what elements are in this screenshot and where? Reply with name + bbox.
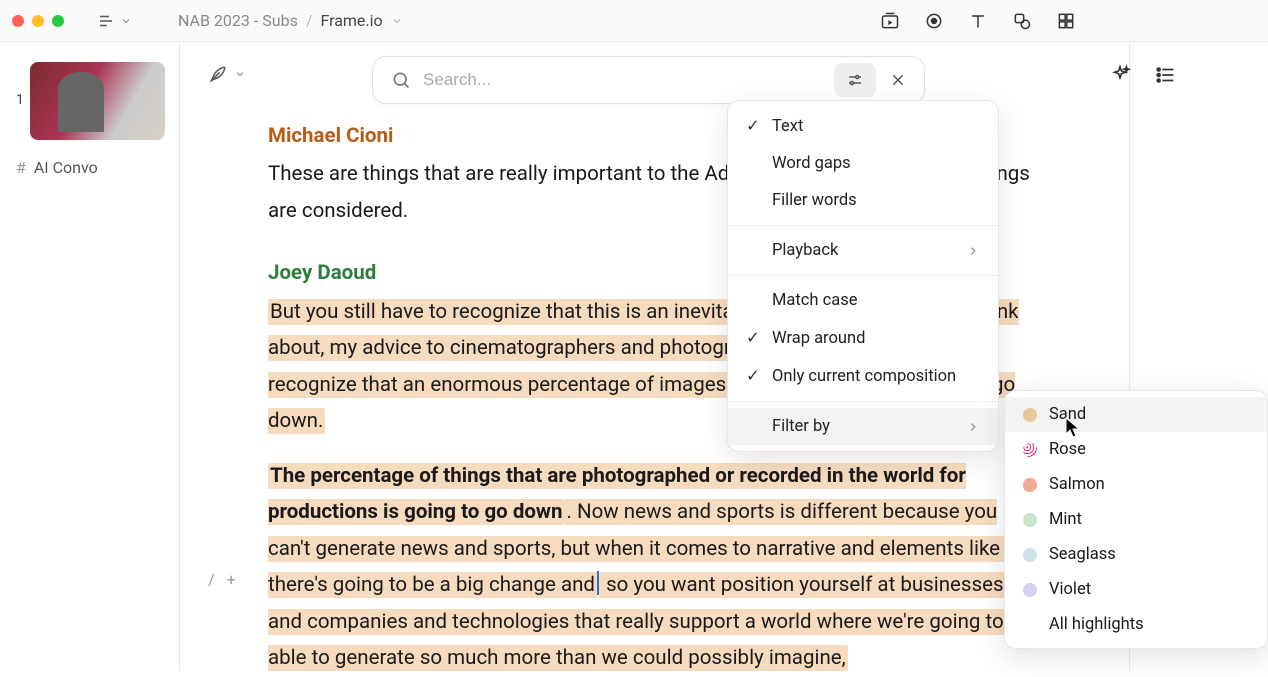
- window-controls: [12, 15, 64, 27]
- hash-icon: #: [16, 158, 26, 177]
- breadcrumb-separator: /: [306, 11, 313, 30]
- menu-item-label: Match case: [772, 291, 857, 310]
- submenu-item-label: Rose: [1049, 440, 1086, 459]
- menu-item-label: Only current composition: [772, 367, 956, 386]
- chevron-down-icon: [120, 15, 132, 27]
- filter-color-mint[interactable]: Mint: [1005, 502, 1267, 537]
- submenu-item-label: Seaglass: [1049, 545, 1116, 564]
- menu-item-label: Filler words: [772, 191, 857, 210]
- close-search-button[interactable]: [886, 68, 910, 92]
- chevron-right-icon: [966, 244, 980, 258]
- color-swatch-icon: [1023, 548, 1037, 562]
- menu-item-label: Wrap around: [772, 329, 865, 348]
- highlighted-text[interactable]: But you still have to recognize that thi…: [268, 299, 783, 325]
- sliders-icon: [846, 71, 864, 89]
- menu-separator: [728, 275, 998, 276]
- sidebar-item-ai-convo[interactable]: # AI Convo: [16, 158, 163, 177]
- grid-icon[interactable]: [1056, 11, 1076, 31]
- close-window-icon[interactable]: [12, 15, 24, 27]
- maximize-window-icon[interactable]: [52, 15, 64, 27]
- transcript-paragraph[interactable]: The percentage of things that are photog…: [268, 458, 1041, 677]
- app-menu-button[interactable]: [88, 7, 140, 35]
- menu-item-label: Word gaps: [772, 154, 851, 173]
- check-icon: [746, 116, 772, 136]
- record-icon[interactable]: [924, 11, 944, 31]
- color-swatch-icon: [1023, 408, 1037, 422]
- search-filter-toggle[interactable]: [834, 63, 876, 97]
- editor-mode-button[interactable]: [208, 64, 246, 84]
- media-icon[interactable]: [880, 11, 900, 31]
- menu-item-text[interactable]: Text: [728, 107, 998, 145]
- breadcrumb-project[interactable]: NAB 2023 - Subs: [178, 11, 298, 30]
- menu-item-label: Filter by: [772, 417, 830, 436]
- add-block-icon[interactable]: +: [227, 570, 236, 589]
- menu-item-filter-by[interactable]: Filter by: [728, 408, 998, 445]
- minimize-window-icon[interactable]: [32, 15, 44, 27]
- menu-separator: [728, 225, 998, 226]
- submenu-item-label: Violet: [1049, 580, 1091, 599]
- filter-color-violet[interactable]: Violet: [1005, 572, 1267, 607]
- submenu-item-label: Mint: [1049, 510, 1082, 529]
- paragraph-controls: / +: [208, 570, 236, 589]
- title-bar: NAB 2023 - Subs / Frame.io: [0, 0, 1268, 42]
- sidebar: 1 # AI Convo: [0, 42, 180, 671]
- submenu-item-label: All highlights: [1049, 615, 1144, 634]
- sparkle-button[interactable]: [1109, 64, 1131, 86]
- filter-all-highlights[interactable]: All highlights: [1005, 607, 1267, 642]
- menu-separator: [728, 401, 998, 402]
- menu-item-playback[interactable]: Playback: [728, 232, 998, 269]
- breadcrumb: NAB 2023 - Subs / Frame.io: [178, 11, 403, 30]
- filter-color-seaglass[interactable]: Seaglass: [1005, 537, 1267, 572]
- filter-color-sand[interactable]: Sand: [1005, 397, 1267, 432]
- composition-thumbnail[interactable]: 1: [16, 62, 163, 140]
- color-swatch-icon: [1023, 583, 1037, 597]
- filter-color-rose[interactable]: Rose: [1005, 432, 1267, 467]
- menu-item-wrap-around[interactable]: Wrap around: [728, 319, 998, 357]
- menu-item-label: Playback: [772, 241, 838, 260]
- list-button[interactable]: [1155, 64, 1177, 86]
- submenu-item-label: Sand: [1049, 405, 1086, 424]
- filter-by-submenu: Sand Rose Salmon Mint Seaglass Violet Al…: [1004, 390, 1268, 649]
- menu-item-match-case[interactable]: Match case: [728, 282, 998, 319]
- drag-handle-icon[interactable]: /: [208, 570, 215, 589]
- breadcrumb-page[interactable]: Frame.io: [320, 11, 382, 30]
- color-swatch-icon: [1023, 478, 1037, 492]
- search-icon: [391, 70, 411, 90]
- menu-item-only-current-composition[interactable]: Only current composition: [728, 357, 998, 395]
- check-icon: [746, 328, 772, 348]
- thumbnail-number: 1: [16, 92, 24, 108]
- toolbar-right: [880, 11, 1256, 31]
- search-input[interactable]: [411, 70, 834, 90]
- filter-color-salmon[interactable]: Salmon: [1005, 467, 1267, 502]
- search-options-menu: Text Word gaps Filler words Playback Mat…: [727, 100, 999, 452]
- check-icon: [746, 366, 772, 386]
- thumbnail-image: [30, 62, 165, 140]
- text-icon[interactable]: [968, 11, 988, 31]
- chevron-right-icon: [966, 420, 980, 434]
- color-swatch-icon: [1023, 443, 1037, 457]
- menu-item-word-gaps[interactable]: Word gaps: [728, 145, 998, 182]
- chevron-down-icon: [234, 68, 246, 80]
- menu-item-label: Text: [772, 117, 803, 136]
- chevron-down-icon[interactable]: [391, 15, 403, 27]
- shapes-icon[interactable]: [1012, 11, 1032, 31]
- menu-lines-icon: [96, 11, 116, 31]
- search-bar: [372, 56, 925, 104]
- close-icon: [890, 72, 906, 88]
- submenu-item-label: Salmon: [1049, 475, 1105, 494]
- color-swatch-icon: [1023, 513, 1037, 527]
- sidebar-item-label: AI Convo: [34, 158, 98, 177]
- menu-item-filler-words[interactable]: Filler words: [728, 182, 998, 219]
- feather-icon: [208, 64, 228, 84]
